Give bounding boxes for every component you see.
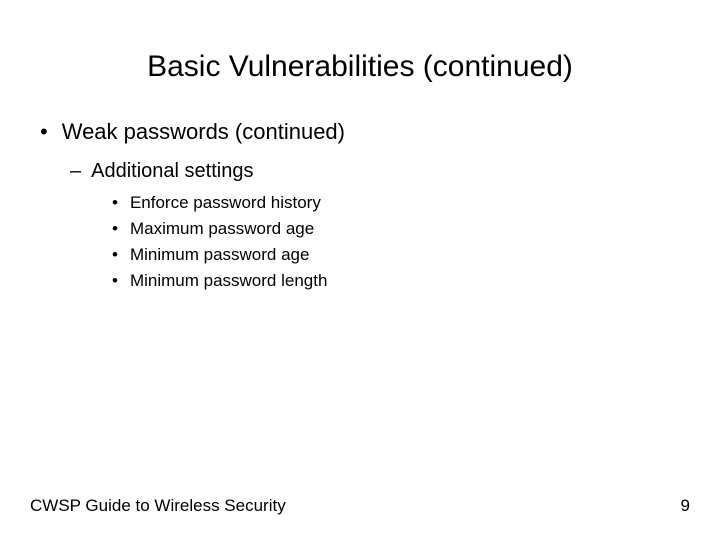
bullet-icon: • (112, 271, 118, 291)
bullet-icon: • (40, 119, 48, 145)
bullet-level1: • Weak passwords (continued) (40, 119, 690, 145)
bullet-text: Additional settings (91, 160, 253, 183)
slide-content: • Weak passwords (continued) – Additiona… (30, 119, 690, 291)
bullet-level3: • Minimum password length (112, 271, 690, 291)
bullet-level3: • Maximum password age (112, 219, 690, 239)
dash-icon: – (70, 160, 81, 183)
bullet-text: Minimum password length (130, 271, 327, 291)
bullet-level2: – Additional settings (70, 160, 690, 183)
page-number: 9 (681, 496, 690, 516)
slide-footer: CWSP Guide to Wireless Security 9 (30, 496, 690, 516)
bullet-level3: • Minimum password age (112, 245, 690, 265)
bullet-icon: • (112, 193, 118, 213)
bullet-text: Minimum password age (130, 245, 310, 265)
slide-container: Basic Vulnerabilities (continued) • Weak… (0, 0, 720, 540)
bullet-text: Weak passwords (continued) (62, 119, 345, 145)
slide-title: Basic Vulnerabilities (continued) (30, 50, 690, 84)
bullet-level3: • Enforce password history (112, 193, 690, 213)
footer-left-text: CWSP Guide to Wireless Security (30, 496, 286, 516)
bullet-icon: • (112, 245, 118, 265)
bullet-icon: • (112, 219, 118, 239)
bullet-text: Maximum password age (130, 219, 314, 239)
bullet-text: Enforce password history (130, 193, 321, 213)
